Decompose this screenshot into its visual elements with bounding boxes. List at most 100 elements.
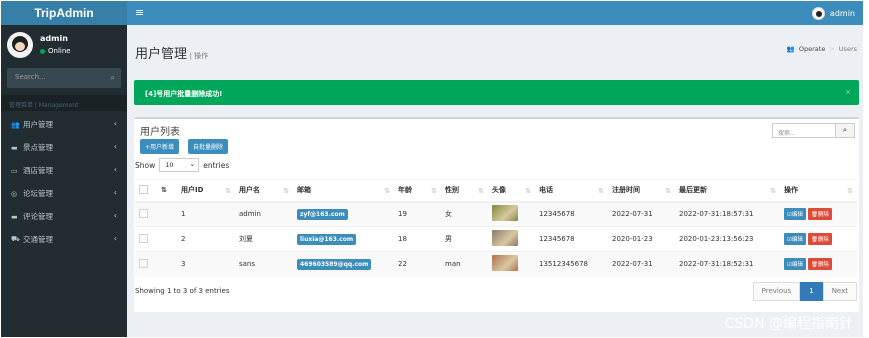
col-age[interactable]: 年龄 ⇅: [394, 179, 441, 203]
pagination: Previous 1 Next: [752, 282, 857, 301]
user-table: ⇅ 用户ID ⇅ 用户名 ⇅ 邮箱 ⇅ 年龄 ⇅ 性别 ⇅ 头像 ⇅ 电话 ⇅ 注册时间 ⇅ 最…: [135, 179, 857, 277]
table-row[interactable]: 3 sans 469603589@qq.com 22 man 13512345678 202…: [135, 251, 857, 277]
alert-message: [4]号用户批量删除成功!: [145, 90, 223, 98]
entries-select[interactable]: 10 ⌄: [159, 158, 200, 172]
add-user-button[interactable]: +用户新增: [140, 139, 180, 154]
sidebar-item-0[interactable]: 👥 用户管理 ‹: [1, 113, 127, 136]
sidebar-item-label: 交通管理: [23, 235, 53, 244]
breadcrumb-operate[interactable]: Operate: [799, 45, 825, 53]
cell-actions: ☑编辑 🗑删除: [780, 226, 857, 252]
col-user-id[interactable]: 用户ID ⇅: [177, 179, 235, 203]
avatar-thumbnail: [492, 230, 518, 246]
top-user-menu[interactable]: admin: [811, 7, 855, 20]
users-icon: 👥: [11, 120, 20, 129]
col-updated[interactable]: 最后更新 ⇅: [675, 179, 780, 203]
delete-button[interactable]: 🗑删除: [807, 208, 832, 221]
previous-button[interactable]: Previous: [752, 282, 801, 301]
table-search-input[interactable]: 搜索...: [772, 123, 836, 138]
user-panel: admin Online: [1, 25, 127, 65]
sidebar-item-1[interactable]: ▬ 景点管理 ‹: [1, 136, 127, 159]
sidebar-item-label: 论坛管理: [23, 189, 53, 198]
cell-actions: ☑编辑 🗑删除: [780, 201, 857, 227]
search-icon[interactable]: ⌕: [836, 123, 855, 138]
search-icon[interactable]: ⌕: [111, 73, 115, 83]
sidebar-item-3[interactable]: ◎ 论坛管理 ‹: [1, 182, 127, 205]
row-checkbox[interactable]: [139, 258, 148, 268]
cell-avatar: [488, 251, 535, 277]
table-search: 搜索... ⌕: [772, 123, 855, 138]
online-status: Online: [40, 47, 71, 55]
email-badge: 469603589@qq.com: [297, 258, 372, 270]
table-row[interactable]: 1 admin zyf@163.com 19 女 12345678 2022-07-31 20…: [135, 201, 857, 227]
batch-delete-button[interactable]: 自批量删除: [188, 139, 229, 154]
chevron-left-icon: ‹: [113, 119, 117, 128]
page-subtitle: | 操作: [189, 52, 209, 60]
row-checkbox-cell[interactable]: [135, 201, 157, 227]
sidebar-item-label: 评论管理: [23, 212, 53, 221]
col-actions[interactable]: 操作 ⇅: [780, 179, 857, 203]
cell-email: 469603589@qq.com: [293, 251, 394, 277]
cell-updated: 2020-01-23:13:56:23: [675, 226, 780, 252]
user-list-box: 用户列表 +用户新增 自批量删除 搜索... ⌕ Show 10 ⌄ entrie…: [134, 117, 859, 312]
cell-gender: 女: [441, 201, 488, 227]
cell-registered: 2022-07-31: [608, 251, 675, 277]
row-checkbox-cell[interactable]: [135, 251, 157, 277]
cell-id: 2: [177, 226, 235, 252]
cell-phone: 12345678: [535, 226, 608, 252]
chevron-left-icon: ‹: [113, 165, 117, 174]
next-button[interactable]: Next: [822, 282, 857, 301]
col-phone[interactable]: 电话 ⇅: [535, 179, 608, 203]
col-registered[interactable]: 注册时间 ⇅: [608, 179, 675, 203]
sidebar-header: 管理菜单 | Management: [1, 95, 127, 111]
sidebar-item-2[interactable]: ▭ 酒店管理 ‹: [1, 159, 127, 182]
delete-button[interactable]: 🗑删除: [807, 233, 832, 245]
admin-app: TripAdmin ≡ admin admin Online Search...…: [1, 1, 863, 337]
cell-age: 22: [394, 251, 441, 277]
row-checkbox[interactable]: [139, 208, 148, 218]
user-avatar: [7, 32, 33, 58]
cell-age: 18: [394, 226, 441, 252]
col-username[interactable]: 用户名 ⇅: [235, 179, 293, 203]
close-icon[interactable]: ×: [845, 88, 851, 96]
chevron-left-icon: ‹: [113, 142, 117, 151]
cell-username: admin: [235, 201, 293, 227]
chevron-left-icon: ‹: [113, 234, 117, 243]
cell-phone: 13512345678: [535, 251, 608, 277]
cell-updated: 2022-07-31:18:52:31: [675, 251, 780, 277]
col-email[interactable]: 邮箱 ⇅: [293, 179, 394, 203]
cell-phone: 12345678: [535, 201, 608, 227]
avatar: [811, 7, 825, 20]
menu-toggle-icon[interactable]: ≡: [135, 6, 144, 19]
top-user-name: admin: [829, 9, 855, 18]
box-title: 用户列表: [140, 127, 180, 138]
avatar-thumbnail: [492, 255, 518, 272]
cell-email: zyf@163.com: [293, 201, 394, 227]
select-all-checkbox[interactable]: [139, 184, 148, 194]
col-select-all[interactable]: [135, 179, 157, 203]
edit-button[interactable]: ☑编辑: [784, 208, 806, 221]
page-1-button[interactable]: 1: [800, 282, 823, 301]
col-avatar[interactable]: 头像 ⇅: [488, 179, 535, 203]
sidebar-user-name: admin: [40, 34, 68, 43]
cell-registered: 2022-07-31: [608, 201, 675, 227]
breadcrumb-users: Users: [838, 45, 857, 53]
chevron-down-icon: ⌄: [189, 160, 196, 168]
row-checkbox-cell[interactable]: [135, 226, 157, 252]
email-badge: liuxia@163.com: [297, 233, 357, 245]
table-row[interactable]: 2 刘夏 liuxia@163.com 18 男 12345678 2020-01-23 20…: [135, 226, 857, 252]
sidebar-item-5[interactable]: ⛟ 交通管理 ‹: [1, 228, 127, 251]
sidebar: admin Online Search... ⌕ 管理菜单 | Manageme…: [1, 25, 127, 337]
brand-logo[interactable]: TripAdmin: [1, 1, 127, 25]
sidebar-item-4[interactable]: ▬ 评论管理 ‹: [1, 205, 127, 228]
col-gender[interactable]: 性别 ⇅: [441, 179, 488, 203]
sidebar-search-input[interactable]: Search... ⌕: [7, 68, 121, 88]
edit-button[interactable]: ☑编辑: [784, 233, 806, 245]
cell-gender: man: [441, 251, 488, 277]
row-checkbox[interactable]: [139, 233, 148, 243]
sidebar-item-label: 酒店管理: [23, 166, 53, 175]
delete-button[interactable]: 🗑删除: [807, 258, 832, 271]
status-label: Online: [48, 47, 71, 55]
cell-avatar: [488, 201, 535, 227]
edit-button[interactable]: ☑编辑: [784, 258, 806, 271]
col-sort-order[interactable]: ⇅: [157, 179, 177, 203]
